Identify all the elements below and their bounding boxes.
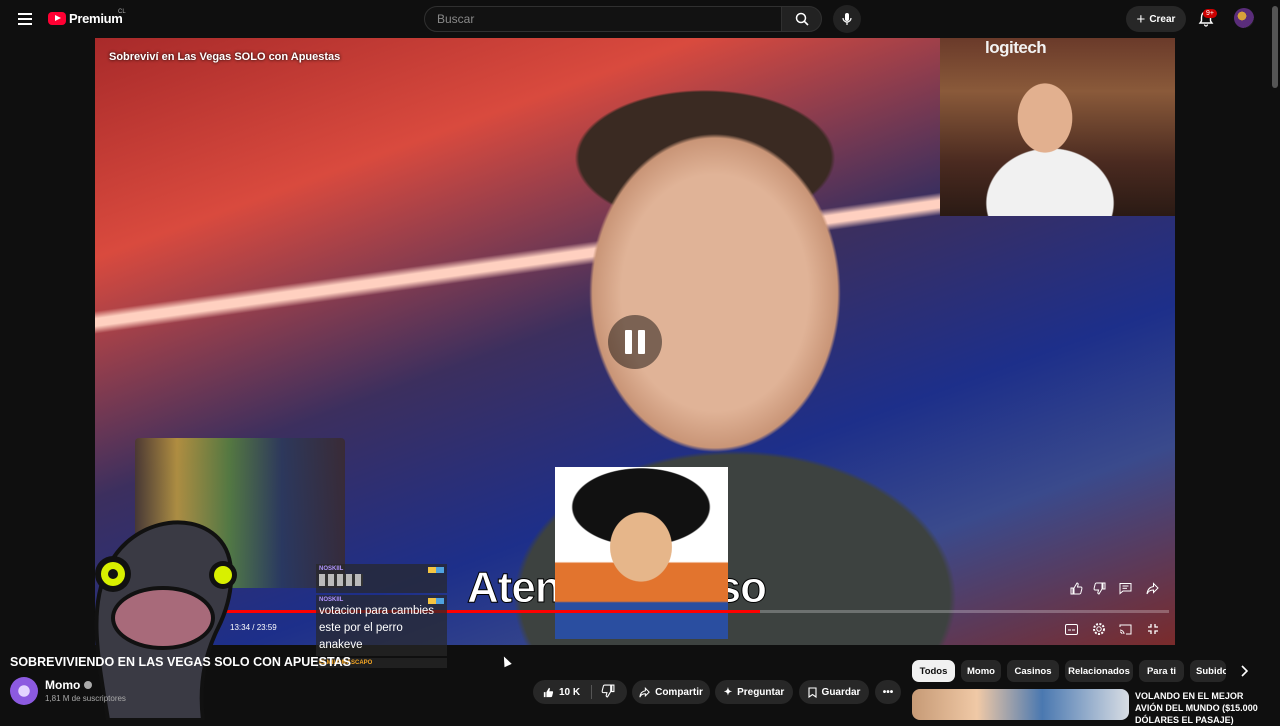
chat-message: NOSKIIL votacion para cambies este por e… [316, 595, 447, 656]
recommendation-thumbnail[interactable] [912, 689, 1129, 720]
channel-avatar[interactable] [10, 677, 38, 705]
webcam-brand-sign: logitech [985, 38, 1047, 57]
youtube-premium-logo[interactable]: Premium [48, 11, 123, 26]
channel-name-link[interactable]: Momo [45, 678, 93, 692]
page-scrollbar[interactable] [1270, 0, 1280, 720]
dislike-icon[interactable] [1091, 580, 1107, 596]
search-box [424, 6, 782, 32]
cast-icon[interactable] [1117, 621, 1133, 637]
search-input[interactable] [425, 7, 781, 31]
search-button[interactable] [781, 6, 822, 32]
search-icon [795, 12, 809, 26]
exit-fullscreen-icon[interactable] [1145, 621, 1161, 637]
bookmark-icon [807, 686, 817, 698]
notifications-badge: 9+ [1203, 9, 1217, 18]
mascot-overlay [94, 520, 237, 720]
thumbs-up-icon [543, 687, 554, 697]
recommendation-title[interactable]: VOLANDO EN EL MEJOR AVIÓN DEL MUNDO ($15… [1135, 690, 1265, 726]
share-button[interactable]: Compartir [632, 680, 710, 704]
user-avatar[interactable] [1234, 8, 1254, 28]
like-button[interactable]: 10 K [533, 680, 627, 704]
more-dots-icon: ••• [882, 686, 894, 698]
share-label: Compartir [655, 686, 703, 698]
progress-fill [225, 610, 761, 613]
create-label: Crear [1149, 13, 1176, 25]
youtube-logo-icon [48, 12, 66, 25]
plus-icon: + [1136, 10, 1146, 28]
subtitles-icon[interactable] [1063, 621, 1079, 637]
settings-gear-icon[interactable] [1091, 621, 1107, 637]
more-actions-button[interactable]: ••• [875, 680, 901, 704]
video-title: SOBREVIVIENDO EN LAS VEGAS SOLO CON APUE… [10, 655, 352, 669]
like-divider [591, 685, 592, 699]
save-label: Guardar [821, 686, 861, 698]
comment-icon[interactable] [1117, 580, 1133, 596]
pause-button[interactable] [608, 315, 662, 369]
share-icon[interactable] [1144, 580, 1160, 596]
pause-icon [625, 330, 632, 354]
voice-search-button[interactable] [833, 5, 861, 33]
ask-label: Preguntar [737, 686, 785, 698]
chip-casinos[interactable]: Casinos [1007, 660, 1059, 682]
logo-country-code: CL [118, 9, 126, 15]
chip-momo[interactable]: Momo [961, 660, 1001, 682]
verified-badge-icon [84, 681, 93, 689]
chat-badges [428, 567, 444, 573]
chat-badges [428, 598, 444, 604]
top-bar: Premium CL + Crear 9+ [0, 0, 1280, 38]
thumbs-down-icon[interactable] [601, 684, 615, 698]
chat-message: NOSKIIL [316, 564, 447, 593]
create-button[interactable]: + Crear [1126, 6, 1186, 32]
mouse-cursor [500, 654, 512, 668]
chip-subidos[interactable]: Subidos [1190, 660, 1226, 682]
chip-relacionados[interactable]: Relacionados [1065, 660, 1133, 682]
subscriber-count: 1,81 M de suscriptores [45, 694, 126, 703]
player-title-overlay[interactable]: Sobreviví en Las Vegas SOLO con Apuestas [109, 51, 340, 63]
chat-text: votacion para cambies este por el perro … [319, 605, 435, 651]
microphone-icon [842, 13, 852, 25]
hamburger-menu-icon[interactable] [14, 8, 36, 30]
like-icon[interactable] [1068, 580, 1084, 596]
video-player[interactable]: Sobreviví en Las Vegas SOLO con Apuestas… [95, 38, 1175, 645]
sparkle-icon: ✦ [723, 686, 733, 698]
ask-button[interactable]: ✦ Preguntar [715, 680, 793, 704]
share-arrow-icon [639, 686, 650, 697]
chat-username: NOSKIIL [319, 566, 344, 572]
channel-name: Momo [45, 678, 81, 692]
webcam-overlay: logitech [940, 38, 1175, 216]
chat-emote [319, 574, 363, 586]
chevron-right-icon[interactable] [1234, 661, 1254, 681]
logo-text: Premium [69, 11, 123, 26]
chip-todos[interactable]: Todos [912, 660, 955, 682]
like-count: 10 K [559, 686, 581, 698]
goku-x2-sticker [555, 467, 728, 639]
live-chat-overlay: NOSKIIL NOSKIIL votacion para cambies es… [316, 564, 447, 700]
chip-para-ti[interactable]: Para ti [1139, 660, 1184, 682]
save-button[interactable]: Guardar [799, 680, 869, 704]
scrollbar-thumb[interactable] [1272, 6, 1278, 88]
